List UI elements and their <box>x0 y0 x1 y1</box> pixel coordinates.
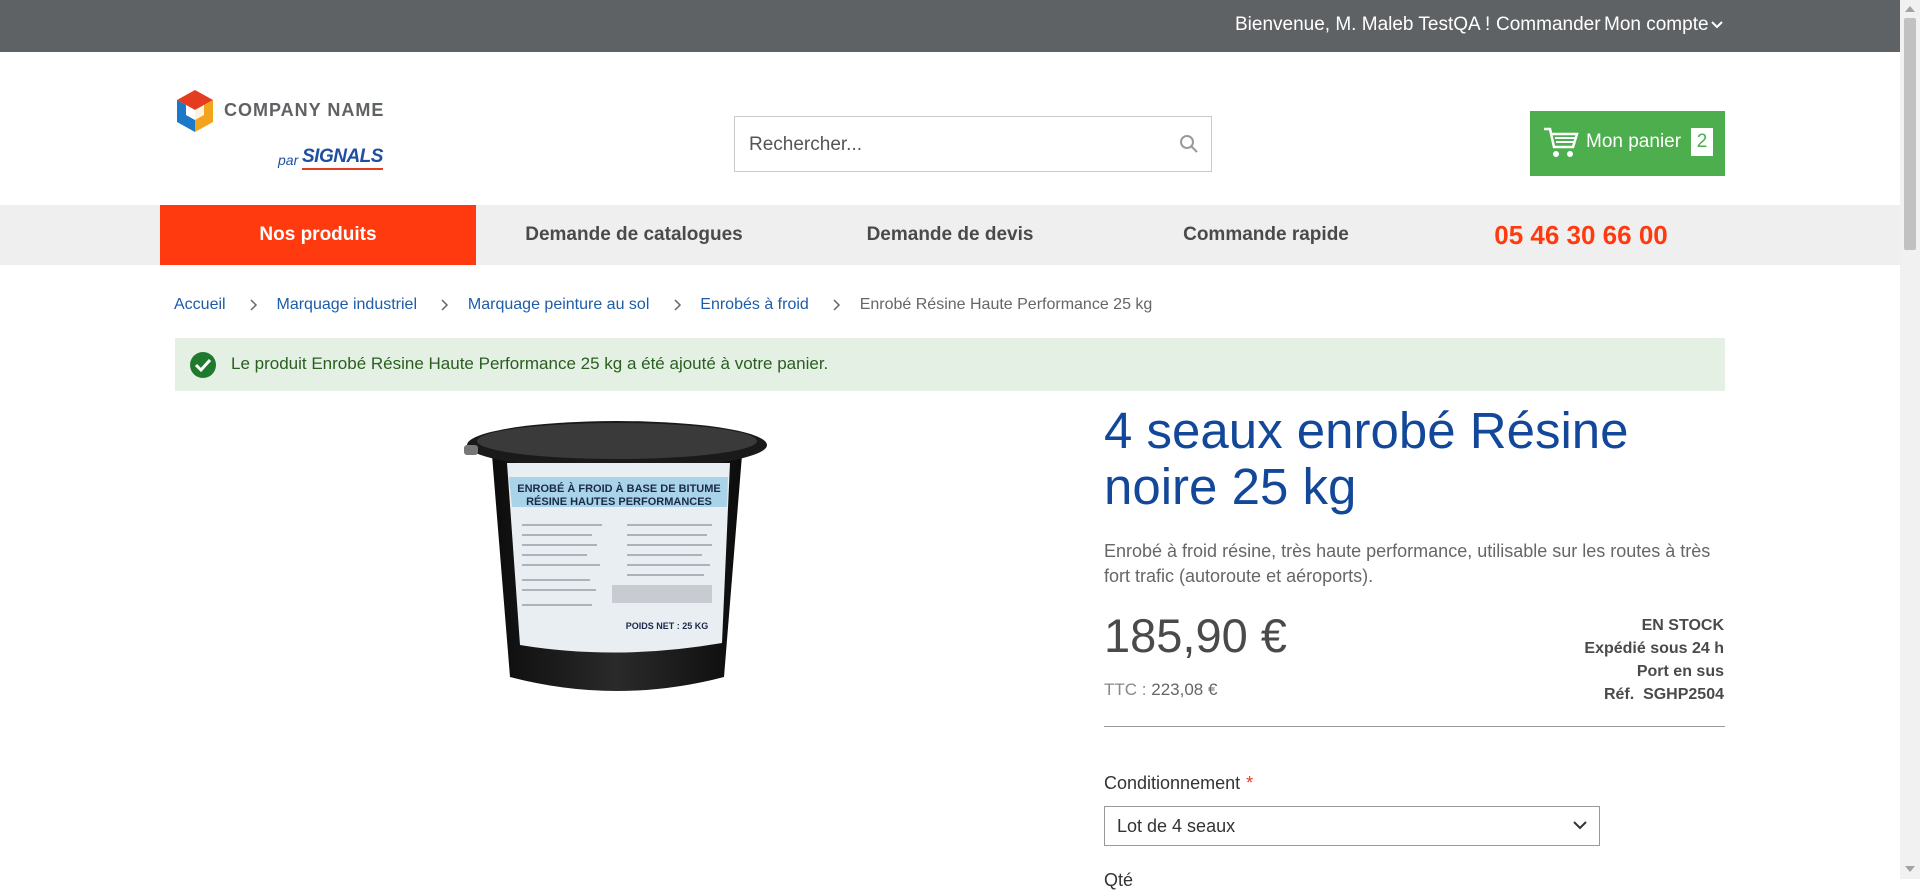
price-ttc: TTC : 223,08 € <box>1104 680 1217 700</box>
chevron-right-icon <box>674 299 681 311</box>
product-description: Enrobé à froid résine, très haute perfor… <box>1104 541 1711 586</box>
nav-item-quote[interactable]: Demande de devis <box>792 205 1108 265</box>
chevron-right-icon <box>441 299 449 311</box>
conditionnement-value: Lot de 4 seaux <box>1117 816 1236 836</box>
breadcrumb: Accueil Marquage industriel Marquage pei… <box>174 296 1152 314</box>
alert-message: Le produit Enrobé Résine Haute Performan… <box>231 354 829 373</box>
conditionnement-select[interactable]: Lot de 4 seaux <box>1104 806 1600 846</box>
nav-item-catalogues[interactable]: Demande de catalogues <box>476 205 792 265</box>
bucket-label-line1: ENROBÉ À FROID À BASE DE BITUME <box>517 482 721 495</box>
scroll-down-arrow[interactable] <box>1905 866 1915 872</box>
breadcrumb-home[interactable]: Accueil <box>174 296 226 313</box>
product-reference: Réf. SGHP2504 <box>1584 683 1724 706</box>
site-logo[interactable]: COMPANY NAME par SIGNALS <box>174 86 394 176</box>
stock-info: EN STOCK Expédié sous 24 h Port en sus R… <box>1584 614 1724 706</box>
main-nav: Nos produits Demande de catalogues Deman… <box>0 205 1900 265</box>
nav-item-quick-order[interactable]: Commande rapide <box>1108 205 1424 265</box>
cart-button[interactable]: Mon panier 2 <box>1530 111 1725 176</box>
nav-item-products[interactable]: Nos produits <box>160 205 476 265</box>
bucket-label-weight: POIDS NET : 25 KG <box>626 621 709 631</box>
chevron-right-icon <box>833 299 841 311</box>
cart-count-badge: 2 <box>1691 128 1713 156</box>
cart-label: Mon panier <box>1586 131 1682 152</box>
divider <box>1104 726 1725 727</box>
logo-cube-icon <box>177 90 213 132</box>
shipping-cost: Port en sus <box>1636 663 1724 680</box>
bucket-label-line2: RÉSINE HAUTES PERFORMANCES <box>526 495 712 508</box>
logo-signals: SIGNALS <box>302 146 383 170</box>
breadcrumb-industrial-marking[interactable]: Marquage industriel <box>276 296 417 313</box>
quantity-label: Qté <box>1104 870 1134 890</box>
conditionnement-text: Conditionnement <box>1104 773 1241 793</box>
logo-brand: COMPANY NAME <box>224 100 385 120</box>
product-image[interactable]: ENROBÉ À FROID À BASE DE BITUME RÉSINE H… <box>462 415 772 700</box>
search-box <box>734 116 1212 173</box>
scroll-up-arrow[interactable] <box>1905 6 1915 12</box>
ttc-value: 223,08 € <box>1151 680 1218 699</box>
breadcrumb-cold-asphalt[interactable]: Enrobés à froid <box>700 296 809 313</box>
shipping-delay: Expédié sous 24 h <box>1584 640 1724 657</box>
success-alert: Le produit Enrobé Résine Haute Performan… <box>175 338 1725 391</box>
stock-status: EN STOCK <box>1641 617 1724 634</box>
check-circle-icon <box>190 352 216 378</box>
account-menu[interactable]: Mon compte <box>1604 14 1723 36</box>
chevron-down-icon <box>1573 821 1587 830</box>
order-link[interactable]: Commander <box>1496 14 1601 36</box>
product-title: 4 seaux enrobé Résine noire 25 kg <box>1104 402 1629 515</box>
account-label: Mon compte <box>1604 14 1709 35</box>
search-input[interactable] <box>747 117 1151 173</box>
top-bar: Bienvenue, M. Maleb TestQA ! Commander M… <box>0 0 1900 52</box>
scrollbar[interactable] <box>1900 0 1920 879</box>
breadcrumb-floor-paint[interactable]: Marquage peinture au sol <box>468 296 649 313</box>
ttc-label: TTC : <box>1104 680 1147 699</box>
ref-value: SGHP2504 <box>1643 686 1724 703</box>
breadcrumb-current: Enrobé Résine Haute Performance 25 kg <box>859 296 1153 313</box>
ref-label: Réf. <box>1603 686 1635 703</box>
chevron-right-icon <box>250 299 258 311</box>
product-price: 185,90 € <box>1104 609 1287 662</box>
shopping-cart-icon <box>1544 127 1579 157</box>
welcome-text: Bienvenue, M. Maleb TestQA ! <box>1235 14 1491 35</box>
search-icon[interactable] <box>1179 134 1199 154</box>
nav-phone-number[interactable]: 05 46 30 66 00 <box>1476 205 1686 265</box>
scroll-thumb[interactable] <box>1904 18 1916 250</box>
required-mark: * <box>1246 773 1254 793</box>
chevron-down-icon <box>1710 21 1723 29</box>
conditionnement-label: Conditionnement * <box>1104 773 1253 794</box>
logo-par: par <box>278 152 299 168</box>
